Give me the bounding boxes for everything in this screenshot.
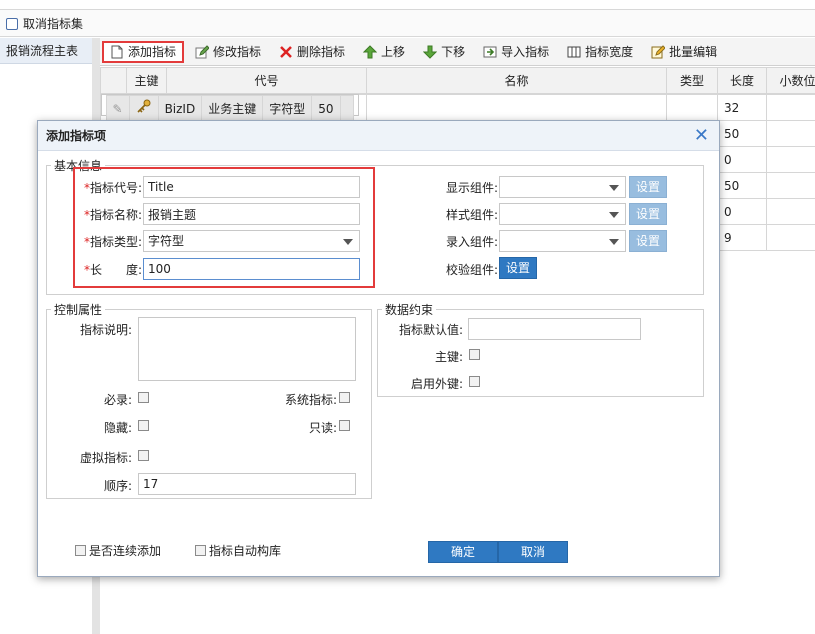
grid-header[interactable]: 长度 — [717, 67, 767, 94]
grid-header[interactable]: 名称 — [366, 67, 667, 94]
cell-length: 50 — [311, 95, 341, 122]
grid-header[interactable]: 主键 — [126, 67, 167, 94]
columns-icon — [567, 45, 581, 59]
cancel-button[interactable]: 取消 — [498, 541, 568, 563]
cell-length: 0 — [717, 146, 767, 173]
cell-length: 50 — [717, 120, 767, 147]
arrow-up-icon — [362, 44, 378, 59]
data-constraint-legend: 数据约束 — [385, 303, 434, 317]
ok-button[interactable]: 确定 — [428, 541, 498, 563]
required-label: 必录: — [103, 393, 132, 407]
row-edit-icon: ✎ — [105, 95, 130, 122]
highlight-box — [73, 167, 375, 288]
control-attributes-legend: 控制属性 — [54, 303, 103, 317]
cancel-indicator-set-button[interactable]: 取消指标集 — [6, 15, 83, 32]
arrow-down-icon — [422, 45, 438, 59]
tree-item-expense-main-table[interactable]: 报销流程主表 — [0, 38, 94, 64]
system-indicator-checkbox[interactable] — [339, 392, 350, 403]
cell-length: 32 — [717, 94, 767, 121]
dialog-title: 添加指标项 — [46, 129, 107, 143]
add-indicator-dialog: 添加指标项 ✕ 基本信息 *指标代号: *指标名称: *指标类型: 字符型 *长… — [37, 120, 720, 577]
cell-length: 50 — [717, 172, 767, 199]
input-component-set-button[interactable]: 设置 — [629, 230, 668, 252]
display-component-label: 显示组件: — [445, 181, 498, 195]
hidden-checkbox[interactable] — [138, 420, 149, 431]
cell-length: 0 — [717, 198, 767, 225]
delete-indicator-button[interactable]: 删除指标 — [272, 40, 353, 63]
cell-name: 业务主键 — [201, 95, 264, 122]
chevron-down-icon — [609, 185, 619, 191]
batch-edit-icon — [651, 44, 666, 59]
foreign-key-checkbox[interactable] — [469, 376, 480, 387]
close-icon[interactable]: ✕ — [694, 121, 709, 151]
key-icon — [128, 95, 159, 122]
description-textarea[interactable] — [138, 317, 356, 381]
display-component-select[interactable] — [499, 176, 626, 198]
auto-build-label: 指标自动构库 — [209, 544, 282, 558]
order-input[interactable] — [138, 473, 356, 495]
dialog-header: 添加指标项 ✕ — [38, 121, 719, 151]
input-component-label: 录入组件: — [445, 235, 498, 249]
top-bar: 取消指标集 — [0, 9, 815, 37]
continuous-add-checkbox[interactable] — [75, 545, 86, 556]
auto-build-checkbox[interactable] — [195, 545, 206, 556]
import-icon — [483, 45, 497, 59]
chevron-down-icon — [609, 212, 619, 218]
import-indicator-button[interactable]: 导入指标 — [476, 40, 557, 63]
grid-header[interactable]: 类型 — [666, 67, 718, 94]
pencil-icon — [195, 44, 210, 59]
verify-component-label: 校验组件: — [445, 263, 498, 277]
move-down-button[interactable]: 下移 — [416, 40, 473, 63]
verify-component-set-button[interactable]: 设置 — [499, 257, 538, 279]
continuous-add-label: 是否连续添加 — [89, 544, 162, 558]
style-component-set-button[interactable]: 设置 — [629, 203, 668, 225]
display-component-set-button[interactable]: 设置 — [629, 176, 668, 198]
default-value-input[interactable] — [468, 318, 641, 340]
batch-edit-button[interactable]: 批量编辑 — [644, 40, 725, 63]
cell-type: 字符型 — [262, 95, 313, 122]
default-value-label: 指标默认值: — [398, 323, 463, 337]
grid-header-rownum — [100, 67, 127, 94]
readonly-checkbox[interactable] — [339, 420, 350, 431]
virtual-indicator-label: 虚拟指标: — [79, 451, 132, 465]
input-component-select[interactable] — [499, 230, 626, 252]
readonly-label: 只读: — [308, 421, 337, 435]
toolbar: 添加指标 修改指标 删除指标 上移 下移 导入指标 指标宽度 批量编辑 — [100, 38, 815, 66]
grid-header[interactable]: 小数位数 — [766, 67, 815, 94]
hidden-label: 隐藏: — [103, 421, 132, 435]
virtual-indicator-checkbox[interactable] — [138, 450, 149, 461]
grid-header[interactable]: 代号 — [166, 67, 367, 94]
primary-key-checkbox[interactable] — [469, 349, 480, 360]
style-component-select[interactable] — [499, 203, 626, 225]
order-label: 顺序: — [103, 479, 132, 493]
cell-decimal — [339, 95, 354, 122]
add-indicator-button[interactable]: 添加指标 — [102, 40, 185, 63]
cancel-indicator-set-label: 取消指标集 — [23, 17, 84, 31]
foreign-key-label: 启用外键: — [410, 377, 463, 391]
description-label: 指标说明: — [79, 323, 132, 337]
document-icon — [110, 45, 124, 59]
delete-x-icon — [279, 45, 293, 59]
indicator-width-button[interactable]: 指标宽度 — [560, 40, 641, 63]
move-up-button[interactable]: 上移 — [356, 40, 413, 63]
table-row[interactable]: ✎ BizID 业务主键 字符型 50 — [100, 94, 359, 122]
chevron-down-icon — [609, 239, 619, 245]
required-checkbox[interactable] — [138, 392, 149, 403]
screen: 取消指标集 报销流程主表 添加指标 修改指标 删除指标 上移 下移 导入指标 指… — [0, 0, 815, 634]
primary-key-label: 主键: — [434, 350, 463, 364]
cell-length: 9 — [717, 224, 767, 251]
cell-code: BizID — [157, 95, 203, 122]
grid-header-row: 主键 代号 名称 类型 长度 小数位数 — [100, 67, 815, 94]
system-indicator-label: 系统指标: — [284, 393, 337, 407]
checkbox-icon — [6, 17, 18, 30]
edit-indicator-button[interactable]: 修改指标 — [188, 40, 269, 63]
style-component-label: 样式组件: — [445, 208, 498, 222]
